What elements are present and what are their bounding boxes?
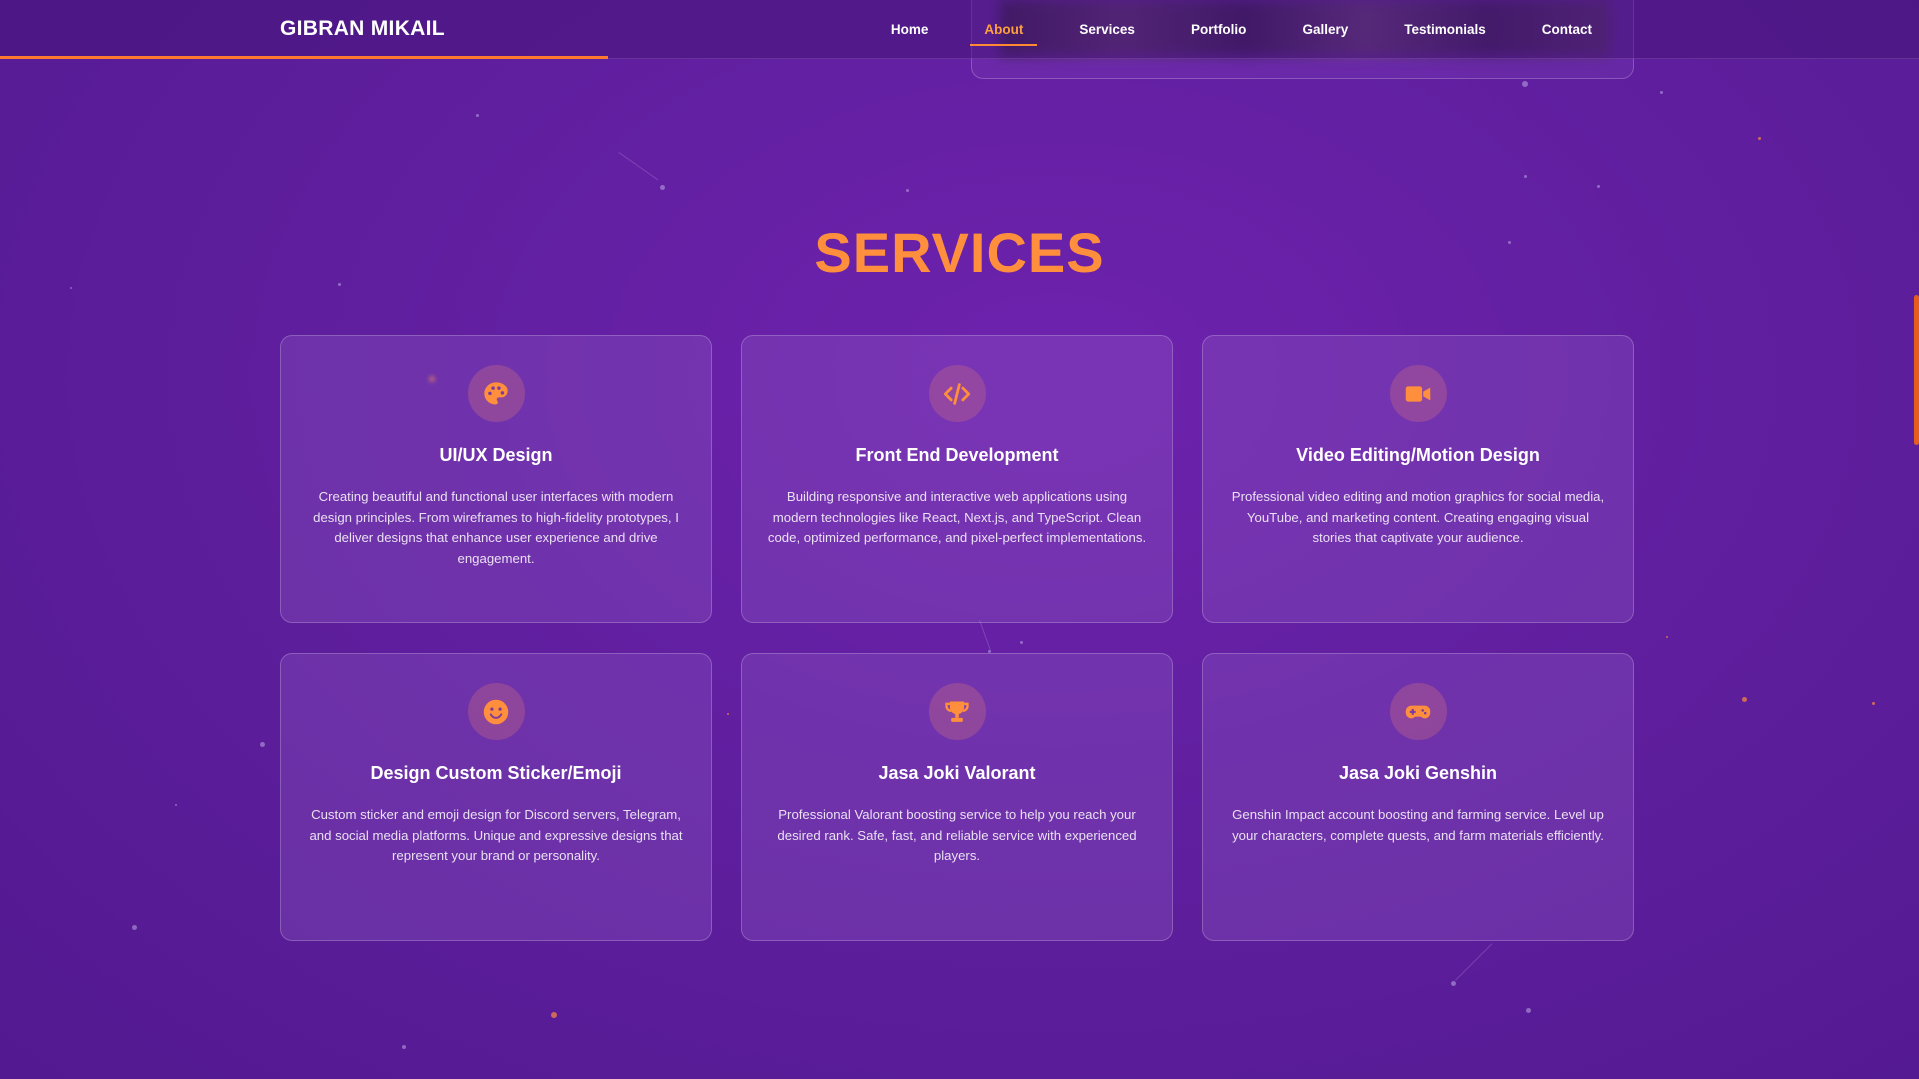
service-card-uiux[interactable]: UI/UX Design Creating beautiful and func… xyxy=(280,335,712,623)
nav-testimonials[interactable]: Testimonials xyxy=(1376,0,1514,59)
scrollbar-thumb[interactable] xyxy=(1914,295,1919,445)
nav-services[interactable]: Services xyxy=(1051,0,1163,59)
nav-about[interactable]: About xyxy=(956,0,1051,59)
service-card-frontend[interactable]: Front End Development Building responsiv… xyxy=(741,335,1173,623)
icon-badge xyxy=(467,683,525,740)
video-camera-icon xyxy=(1405,385,1431,402)
card-title: Jasa Joki Valorant xyxy=(878,763,1036,783)
nav-portfolio[interactable]: Portfolio xyxy=(1163,0,1275,59)
scroll-progress-bar xyxy=(0,56,608,59)
card-description: Custom sticker and emoji design for Disc… xyxy=(309,807,683,863)
icon-badge xyxy=(928,683,986,740)
card-description: Genshin Impact account boosting and farm… xyxy=(1232,807,1604,843)
icon-badge xyxy=(1389,365,1447,422)
service-card-sticker[interactable]: Design Custom Sticker/Emoji Custom stick… xyxy=(280,653,712,941)
service-card-valorant[interactable]: Jasa Joki Valorant Professional Valorant… xyxy=(741,653,1173,941)
smile-icon xyxy=(483,699,509,724)
section-title: SERVICES xyxy=(814,221,1105,284)
card-description: Creating beautiful and functional user i… xyxy=(313,489,679,566)
palette-icon xyxy=(484,381,508,404)
navbar: GIBRAN MIKAIL Home About Services Portfo… xyxy=(0,0,1919,59)
main-nav: Home About Services Portfolio Gallery Te… xyxy=(863,0,1620,59)
trophy-icon xyxy=(945,701,969,722)
service-card-genshin[interactable]: Jasa Joki Genshin Genshin Impact account… xyxy=(1202,653,1634,941)
card-title: UI/UX Design xyxy=(439,445,553,465)
card-title: Front End Development xyxy=(855,445,1059,465)
nav-home[interactable]: Home xyxy=(863,0,957,59)
nav-gallery[interactable]: Gallery xyxy=(1274,0,1376,59)
card-title: Design Custom Sticker/Emoji xyxy=(370,763,622,783)
card-description: Professional video editing and motion gr… xyxy=(1231,489,1605,545)
nav-contact[interactable]: Contact xyxy=(1514,0,1620,59)
brand-logo[interactable]: GIBRAN MIKAIL xyxy=(280,17,445,41)
card-description: Building responsive and interactive web … xyxy=(767,489,1147,545)
icon-badge xyxy=(1389,683,1447,740)
icon-badge xyxy=(467,365,525,422)
service-card-video[interactable]: Video Editing/Motion Design Professional… xyxy=(1202,335,1634,623)
card-title: Jasa Joki Genshin xyxy=(1338,763,1498,783)
code-icon xyxy=(943,382,971,405)
gamepad-icon xyxy=(1405,705,1431,718)
icon-badge xyxy=(928,365,986,422)
card-title: Video Editing/Motion Design xyxy=(1296,445,1540,465)
card-description: Professional Valorant boosting service t… xyxy=(777,807,1137,863)
services-grid: UI/UX Design Creating beautiful and func… xyxy=(280,335,1634,941)
